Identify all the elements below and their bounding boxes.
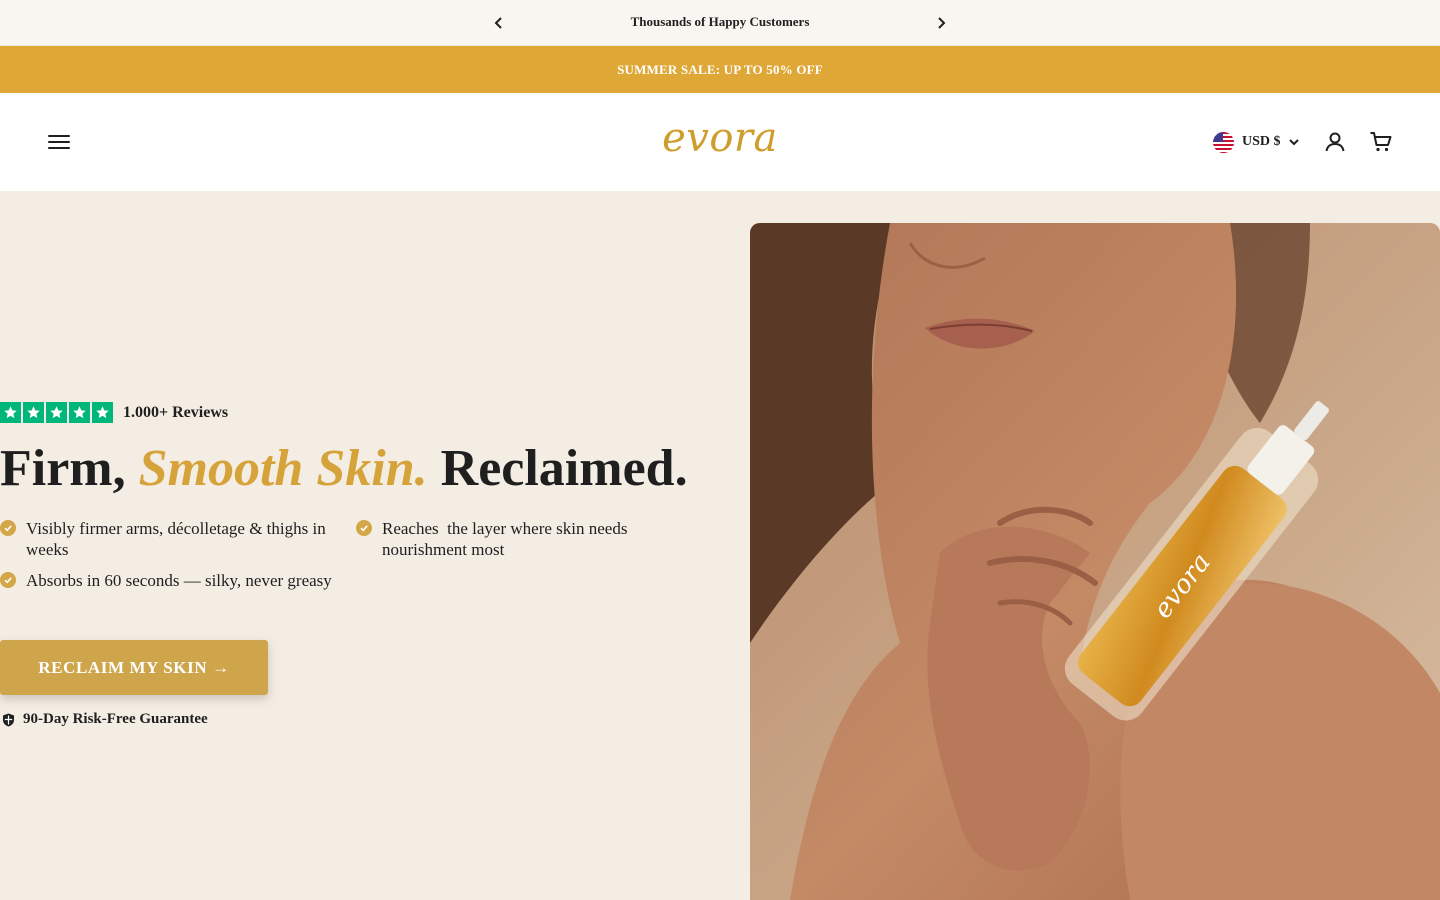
benefit-item: Visibly firmer arms, décolletage & thigh… (0, 518, 335, 560)
guarantee-badge: 90-Day Risk-Free Guarantee (2, 711, 208, 728)
announcement-text: Thousands of Happy Customers (630, 14, 810, 29)
benefit-item: Reaches the layer where skin needs nouri… (356, 518, 656, 560)
star-icon (0, 402, 21, 423)
guarantee-text: 90-Day Risk-Free Guarantee (23, 711, 208, 727)
currency-code: USD $ (1242, 134, 1281, 149)
chevron-right-icon[interactable] (931, 13, 951, 33)
reclaim-skin-button[interactable]: RECLAIM MY SKIN → (0, 640, 268, 695)
star-icon (92, 402, 113, 423)
sale-banner[interactable]: SUMMER SALE: UP TO 50% OFF (0, 46, 1440, 93)
review-count: 1.000+ Reviews (123, 403, 229, 421)
currency-selector[interactable]: USD $ (1213, 131, 1299, 153)
headline-part1: Firm, (0, 440, 126, 497)
announcement-bar: Thousands of Happy Customers (0, 0, 1440, 46)
sale-banner-text: SUMMER SALE: UP TO 50% OFF (617, 61, 823, 77)
us-flag-icon (1213, 131, 1234, 153)
star-icon (23, 402, 44, 423)
headline-accent: Smooth Skin. (138, 440, 428, 497)
site-header: evora USD $ (0, 93, 1440, 191)
cart-icon[interactable] (1369, 130, 1393, 154)
hero-product-image: evora (750, 223, 1440, 900)
benefit-text: Visibly firmer arms, décolletage & thigh… (26, 519, 326, 559)
check-icon (356, 520, 372, 536)
hero-headline: Firm, Smooth Skin. Reclaimed. (0, 439, 688, 499)
brand-logo[interactable]: evora (620, 115, 820, 161)
chevron-left-icon[interactable] (489, 13, 509, 33)
benefit-text: Absorbs in 60 seconds — silky, never gre… (26, 571, 332, 590)
headline-part2: Reclaimed. (440, 440, 688, 497)
model-holding-oil-bottle-illustration: evora (750, 223, 1440, 900)
star-icon (69, 402, 90, 423)
user-icon[interactable] (1323, 130, 1347, 154)
hamburger-menu-icon[interactable] (47, 131, 71, 153)
check-icon (0, 572, 16, 588)
hero-content: 1.000+ Reviews Firm, Smooth Skin. Reclai… (0, 191, 740, 900)
review-rating: 1.000+ Reviews (0, 402, 228, 423)
benefit-text: Reaches the layer where skin needs nouri… (382, 519, 632, 559)
check-icon (0, 520, 16, 536)
star-icon (46, 402, 67, 423)
trustpilot-stars (0, 402, 113, 423)
shield-icon (2, 713, 15, 727)
benefit-item: Absorbs in 60 seconds — silky, never gre… (0, 570, 335, 591)
cta-label: RECLAIM MY SKIN → (38, 657, 230, 677)
chevron-down-icon (1288, 133, 1299, 151)
